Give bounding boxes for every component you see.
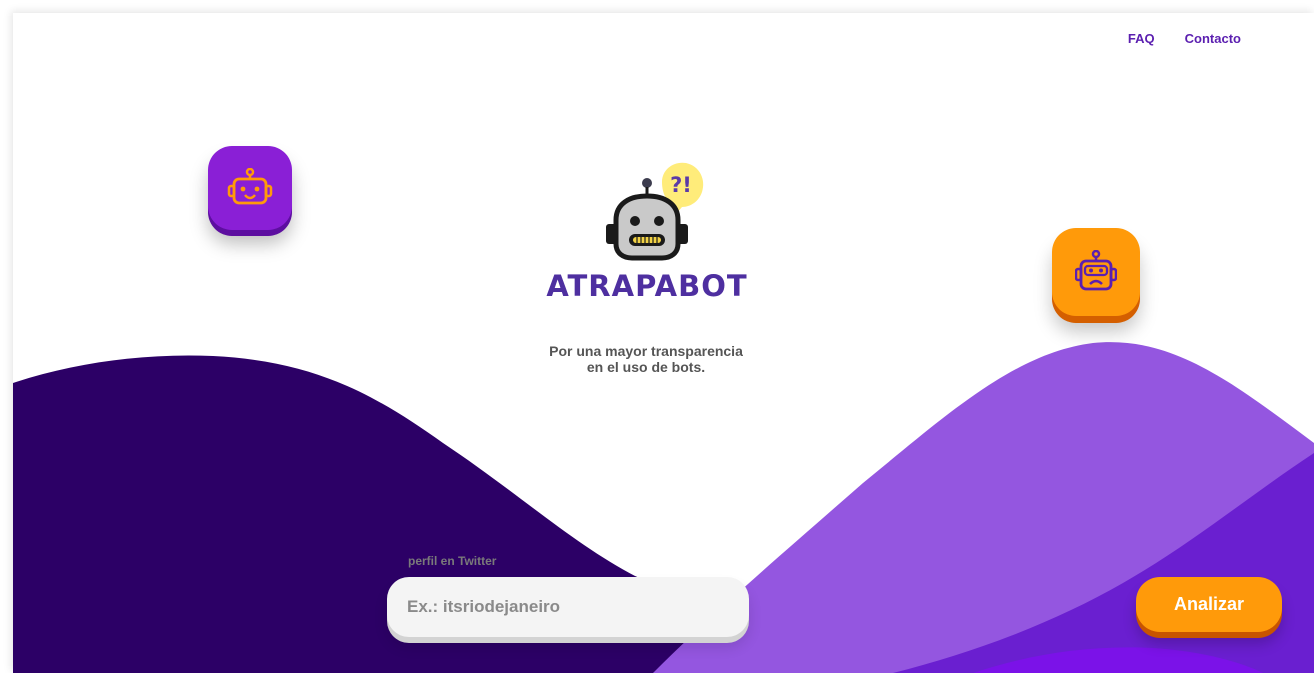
bubble-text: ?! — [670, 173, 692, 197]
brand-name: ATRAPABOT — [546, 269, 748, 303]
twitter-profile-input[interactable] — [387, 597, 749, 617]
robot-face-frown-icon — [1075, 250, 1117, 291]
top-nav: FAQ Contacto — [1128, 31, 1241, 46]
atrapabot-logo: ?! — [596, 158, 708, 271]
search-label: perfil en Twitter — [408, 554, 497, 568]
nav-faq-link[interactable]: FAQ — [1128, 31, 1155, 46]
robot-tile-right — [1052, 228, 1140, 316]
robot-logo-icon: ?! — [606, 162, 704, 261]
landing-page: FAQ Contacto ?! ATRAPABOT Por una mayor … — [13, 13, 1314, 673]
search-box — [387, 577, 749, 637]
robot-face-smile-icon — [227, 168, 273, 205]
tagline: Por una mayor transparencia en el uso de… — [549, 343, 743, 375]
robot-tile-left — [208, 146, 292, 230]
analyze-button[interactable]: Analizar — [1136, 577, 1282, 632]
nav-contact-link[interactable]: Contacto — [1185, 31, 1241, 46]
